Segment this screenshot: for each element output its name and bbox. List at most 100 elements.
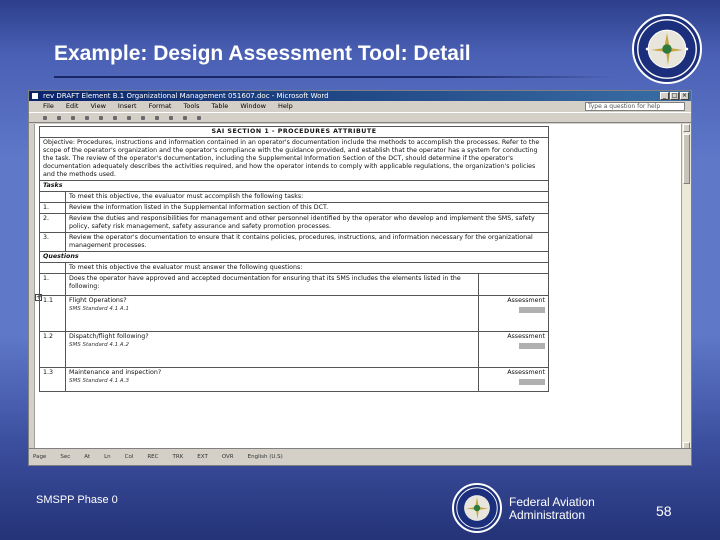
assessment-dropdown[interactable] [519, 307, 545, 313]
faa-seal-footer-logo [452, 483, 502, 533]
footer-program: SMSPP Phase 0 [36, 494, 118, 506]
assessment-cell [478, 273, 549, 296]
faa-seal-logo [632, 14, 702, 84]
task-text: Review the operator's documentation to e… [65, 232, 549, 252]
question-number: 1.3 [39, 367, 66, 392]
word-title-bar[interactable]: rev DRAFT Element B.1 Organizational Man… [29, 91, 691, 101]
toolbar-button-icon[interactable] [197, 115, 201, 120]
help-question-input[interactable]: Type a question for help [585, 102, 685, 111]
question-text: Maintenance and inspection? SMS Standard… [65, 367, 479, 392]
toolbar-button-icon[interactable] [155, 115, 159, 120]
toolbar-button-icon[interactable] [57, 115, 61, 120]
menu-insert[interactable]: Insert [118, 101, 137, 112]
assessment-label: Assessment [507, 369, 545, 376]
menu-edit[interactable]: Edit [66, 101, 79, 112]
toolbar-button-icon[interactable] [71, 115, 75, 120]
word-toolbar [29, 112, 691, 123]
assessment-dropdown[interactable] [519, 343, 545, 349]
blank-cell [39, 191, 66, 203]
toolbar-button-icon[interactable] [169, 115, 173, 120]
menu-window[interactable]: Window [240, 101, 266, 112]
toolbar-button-icon[interactable] [99, 115, 103, 120]
assessment-dropdown[interactable] [519, 379, 545, 385]
status-line: Ln [104, 454, 111, 460]
objective-text: Objective: Procedures, instructions and … [39, 137, 549, 181]
toolbar-button-icon[interactable] [141, 115, 145, 120]
table-row: 2. Review the duties and responsibilitie… [39, 213, 549, 233]
scroll-thumb[interactable] [683, 134, 690, 184]
question-reference: SMS Standard 4.1 A.1 [69, 306, 129, 312]
status-page: Page [33, 454, 47, 460]
toolbar-button-icon[interactable] [127, 115, 131, 120]
task-number: 2. [39, 213, 66, 233]
tasks-intro: To meet this objective, the evaluator mu… [65, 191, 549, 203]
status-trk[interactable]: TRK [173, 454, 184, 460]
table-row: 1.3 Maintenance and inspection? SMS Stan… [39, 367, 549, 392]
blank-cell [39, 262, 66, 274]
minimize-icon[interactable]: _ [660, 92, 669, 100]
table-row: 1. Review the information listed in the … [39, 202, 549, 214]
question-text-body: Maintenance and inspection? [69, 369, 162, 376]
status-ext[interactable]: EXT [197, 454, 208, 460]
status-rec[interactable]: REC [147, 454, 158, 460]
question-text-body: Flight Operations? [69, 297, 127, 304]
task-text: Review the information listed in the Sup… [65, 202, 549, 214]
status-ovr[interactable]: OVR [222, 454, 234, 460]
question-text: Dispatch/flight following? SMS Standard … [65, 331, 479, 368]
question-number: 1.2 [39, 331, 66, 368]
table-row: 1. Does the operator have approved and a… [39, 273, 549, 296]
word-app-icon [31, 92, 39, 100]
scroll-up-icon[interactable] [683, 124, 690, 132]
menu-format[interactable]: Format [149, 101, 172, 112]
assessment-cell: Assessment [478, 367, 549, 392]
tasks-label: Tasks [39, 180, 549, 192]
task-number: 1. [39, 202, 66, 214]
toolbar-button-icon[interactable] [43, 115, 47, 120]
question-reference: SMS Standard 4.1 A.2 [69, 342, 129, 348]
question-text: Flight Operations? SMS Standard 4.1 A.1 [65, 295, 479, 332]
slide-title: Example: Design Assessment Tool: Detail [54, 42, 471, 65]
status-at: At [84, 454, 91, 460]
document-page[interactable]: + SAI SECTION 1 - PROCEDURES ATTRIBUTE O… [35, 124, 683, 450]
question-text: Does the operator have approved and acce… [65, 273, 479, 296]
table-row: 3. Review the operator's documentation t… [39, 232, 549, 252]
questions-intro: To meet this objective the evaluator mus… [65, 262, 549, 274]
toolbar-button-icon[interactable] [85, 115, 89, 120]
assessment-table: SAI SECTION 1 - PROCEDURES ATTRIBUTE Obj… [39, 126, 549, 392]
menu-view[interactable]: View [90, 101, 105, 112]
question-number: 1. [39, 273, 66, 296]
menu-help[interactable]: Help [278, 101, 293, 112]
org-line-2: Administration [509, 508, 586, 522]
question-reference: SMS Standard 4.1 A.3 [69, 378, 129, 384]
task-text: Review the duties and responsibilities f… [65, 213, 549, 233]
word-window-title: rev DRAFT Element B.1 Organizational Man… [43, 92, 329, 100]
table-row: 1.2 Dispatch/flight following? SMS Stand… [39, 331, 549, 368]
question-text-body: Does the operator have approved and acce… [69, 275, 461, 290]
word-menu-bar: File Edit View Insert Format Tools Table… [29, 101, 691, 112]
title-underline [54, 76, 614, 78]
toolbar-button-icon[interactable] [113, 115, 117, 120]
menu-file[interactable]: File [43, 101, 54, 112]
assessment-label: Assessment [507, 333, 545, 340]
maximize-icon[interactable]: □ [670, 92, 679, 100]
footer-organization: Federal Aviation Administration [509, 496, 595, 522]
assessment-cell: Assessment [478, 331, 549, 368]
toolbar-button-icon[interactable] [183, 115, 187, 120]
faa-seal-icon [456, 487, 498, 529]
word-window-screenshot: rev DRAFT Element B.1 Organizational Man… [28, 90, 692, 466]
assessment-label: Assessment [507, 297, 545, 304]
section-heading: SAI SECTION 1 - PROCEDURES ATTRIBUTE [39, 126, 549, 138]
status-column: Col [124, 454, 134, 460]
menu-tools[interactable]: Tools [183, 101, 199, 112]
question-text-body: Dispatch/flight following? [69, 333, 149, 340]
word-status-bar: Page Sec At Ln Col REC TRK EXT OVR Engli… [29, 448, 691, 465]
status-language: English (U.S) [247, 454, 283, 460]
vertical-scrollbar[interactable] [681, 124, 691, 450]
questions-label: Questions [39, 251, 549, 263]
menu-table[interactable]: Table [212, 101, 229, 112]
assessment-cell: Assessment [478, 295, 549, 332]
question-number: 1.1 [39, 295, 66, 332]
close-icon[interactable]: × [680, 92, 689, 100]
slide-page-number: 58 [656, 503, 672, 519]
table-row: 1.1 Flight Operations? SMS Standard 4.1 … [39, 295, 549, 332]
